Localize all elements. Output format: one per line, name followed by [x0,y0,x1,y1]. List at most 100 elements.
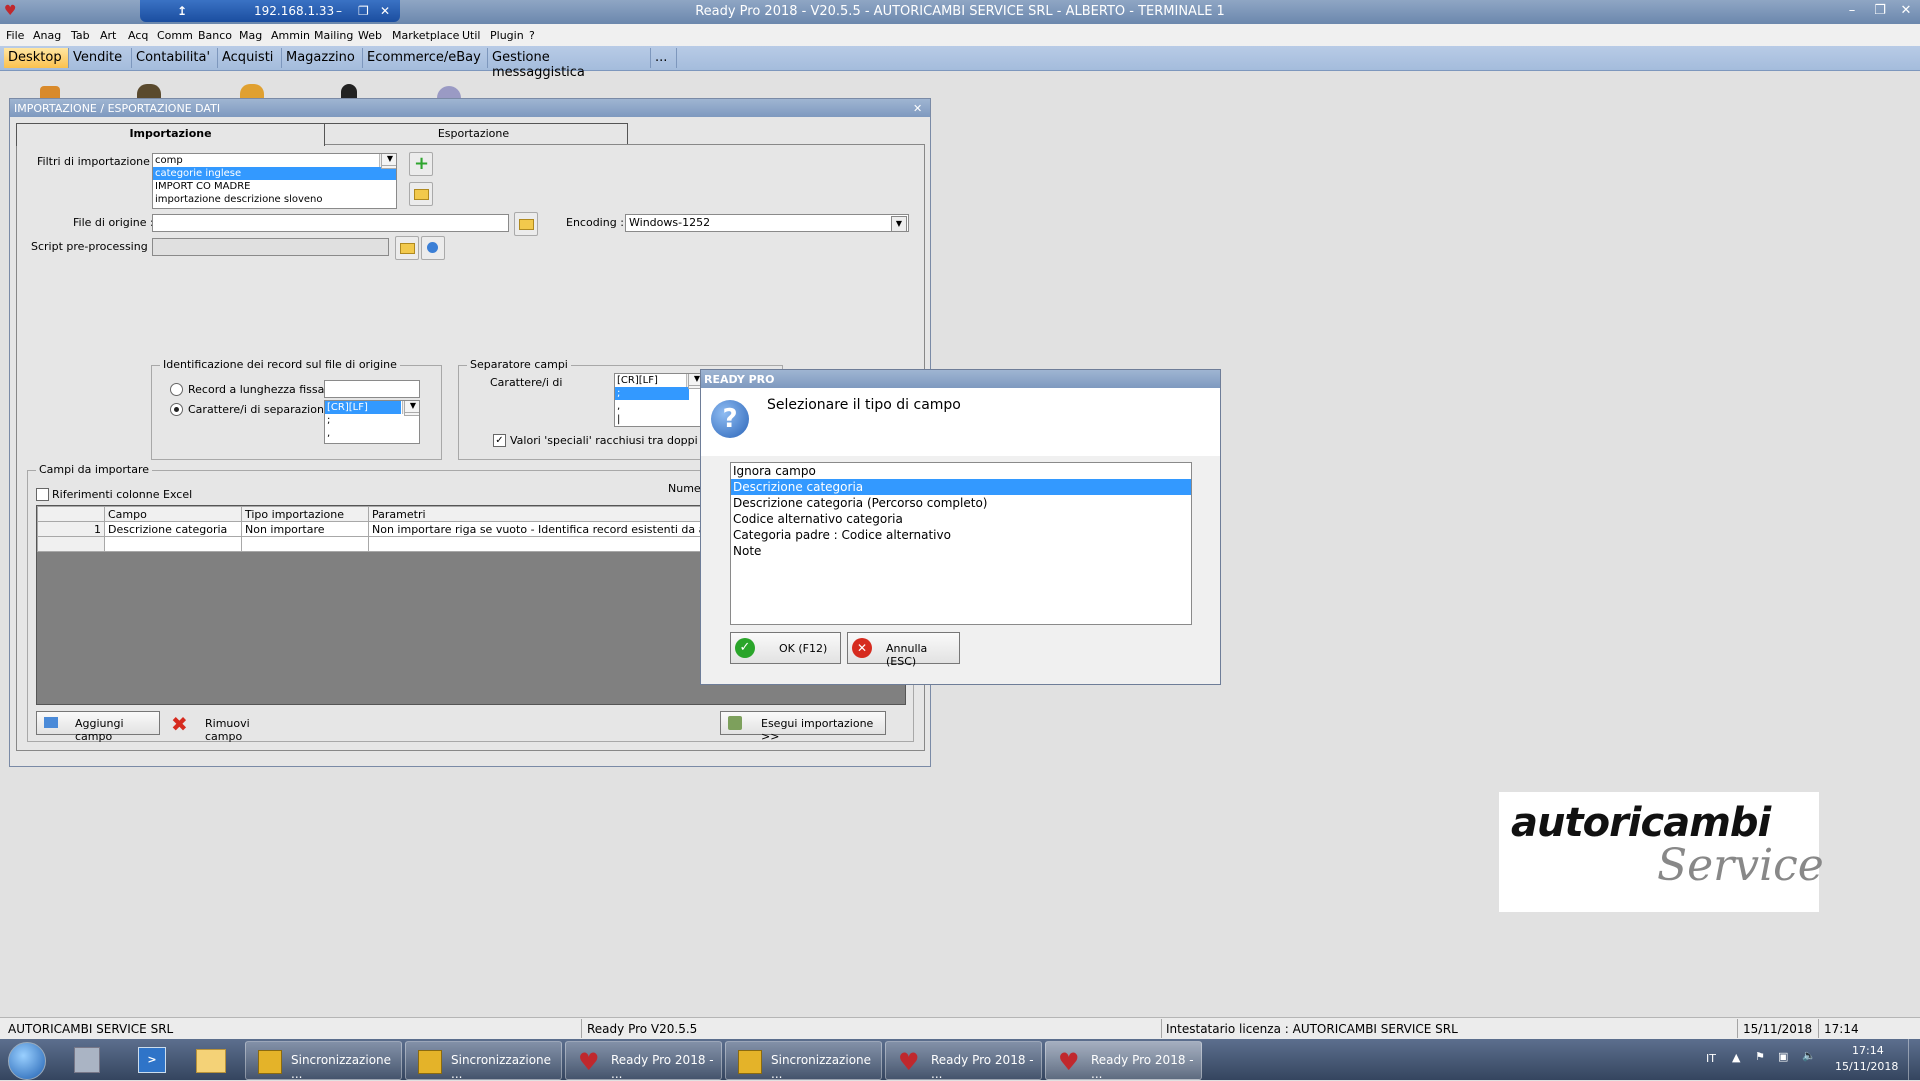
special-values-checkbox[interactable]: ✓ [493,434,506,447]
scroll-down-icon[interactable]: ▼ [404,401,419,413]
script-info-button[interactable] [421,236,445,260]
task-readypro-2[interactable]: ♥ Ready Pro 2018 - ... [885,1041,1042,1081]
clock-time[interactable]: 17:14 [1852,1044,1884,1057]
menu-banco[interactable]: Banco [198,29,232,42]
tab-vendite[interactable]: Vendite [69,48,132,68]
script-input [152,238,389,256]
chevron-down-icon[interactable]: ▼ [891,216,907,232]
list-item[interactable]: categorie inglese [153,167,396,180]
excel-refs-checkbox[interactable] [36,488,49,501]
task-sync-3[interactable]: Sincronizzazione ... [725,1041,882,1081]
file-input[interactable] [152,214,509,232]
tab-messaggistica[interactable]: Gestione messaggistica [488,48,651,80]
menu-art[interactable]: Art [100,29,116,42]
run-import-button[interactable]: Esegui importazione >> [720,711,886,743]
menu-help[interactable]: ? [529,29,535,42]
window-close-icon[interactable]: ✕ [913,102,922,115]
shortcut-icon[interactable] [341,84,357,98]
scrollbar[interactable]: ▲ ▼ [402,401,419,416]
task-readypro-1[interactable]: ♥ Ready Pro 2018 - ... [565,1041,722,1081]
menu-tab[interactable]: Tab [71,29,90,42]
explorer-icon[interactable] [196,1049,226,1073]
list-item[interactable]: Categoria padre : Codice alternativo [731,527,1191,543]
show-desktop-button[interactable] [1908,1039,1920,1080]
start-button[interactable] [8,1042,46,1080]
encoding-select[interactable]: Windows-1252 ▼ [625,214,909,232]
list-item[interactable]: importazione descrizione sloveno [153,193,396,206]
ok-button[interactable]: ✓ OK (F12) [730,632,841,664]
tab-esportazione[interactable]: Esportazione [319,123,628,144]
clock-date[interactable]: 15/11/2018 [1835,1060,1898,1073]
task-sync-1[interactable]: Sincronizzazione ... [245,1041,402,1081]
shortcut-icon[interactable] [137,84,161,98]
powershell-icon[interactable]: > [138,1047,166,1073]
radio-fixed-length[interactable] [170,383,183,396]
volume-icon[interactable]: 🔈 [1802,1049,1816,1062]
menu-anag[interactable]: Anag [33,29,61,42]
list-item[interactable]: [CR][LF] [325,401,401,414]
add-filter-button[interactable]: + [409,152,433,176]
network-icon[interactable]: ▣ [1778,1050,1788,1063]
browse-script-button[interactable] [395,236,419,260]
list-item[interactable]: IMPORT CO MADRE [153,180,396,193]
flag-icon[interactable]: ⚑ [1755,1050,1765,1063]
tab-desktop[interactable]: Desktop [4,48,69,68]
cell-tipo[interactable]: Non importare [241,521,369,537]
menu-comm[interactable]: Comm [157,29,193,42]
list-item[interactable]: Descrizione categoria (Percorso completo… [731,495,1191,511]
scrollbar[interactable]: ▲ ▼ [379,154,396,169]
tab-ecommerce[interactable]: Ecommerce/eBay [363,48,488,68]
list-item[interactable]: , [325,427,419,440]
open-filter-button[interactable] [409,182,433,206]
separator-list[interactable]: [CR][LF] ; , ▲ ▼ [324,400,420,444]
add-field-button[interactable]: Aggiungi campo [36,711,160,743]
shortcut-icon[interactable] [437,86,461,98]
scroll-down-icon[interactable]: ▼ [381,154,396,166]
menu-acq[interactable]: Acq [128,29,148,42]
field-type-list[interactable]: Ignora campo Descrizione categoria Descr… [730,462,1192,625]
shortcut-icon[interactable] [240,84,264,98]
list-item[interactable]: , [615,400,703,413]
remove-field-button[interactable]: ✖ Rimuovi campo [166,711,286,743]
list-item[interactable]: Note [731,543,1191,559]
special-values-label: Valori 'speciali' racchiusi tra doppi ap… [510,434,728,447]
cancel-button[interactable]: ✕ Annulla (ESC) [847,632,960,668]
tab-acquisti[interactable]: Acquisti [218,48,282,68]
menu-mag[interactable]: Mag [239,29,262,42]
radio-separator[interactable] [170,403,183,416]
menu-file[interactable]: File [6,29,24,42]
shortcut-icon[interactable] [40,86,60,98]
tab-importazione[interactable]: Importazione [16,123,325,146]
fixed-length-input[interactable] [324,380,420,398]
list-item[interactable]: comp [153,154,396,167]
list-item[interactable]: | [615,413,703,426]
filters-list[interactable]: comp categorie inglese IMPORT CO MADRE i… [152,153,397,209]
tab-more[interactable]: ... [651,48,677,68]
radio-separator-label: Carattere/i di separazione [188,403,331,416]
restore-icon[interactable]: ❐ [1870,3,1890,20]
list-item[interactable]: ; [615,387,689,400]
cell-campo[interactable]: Descrizione categoria [104,521,242,537]
tray-expand-icon[interactable]: ▲ [1732,1051,1740,1064]
task-sync-2[interactable]: Sincronizzazione ... [405,1041,562,1081]
field-separator-list[interactable]: [CR][LF] ; , | ▲ ▼ [614,373,704,427]
browse-file-button[interactable] [514,212,538,236]
language-indicator[interactable]: IT [1706,1052,1716,1065]
tab-contabilita[interactable]: Contabilita' [132,48,218,68]
menu-ammin[interactable]: Ammin [271,29,310,42]
list-item[interactable]: Ignora campo [731,463,1191,479]
minimize-icon[interactable]: – [1842,3,1862,20]
network-app-icon[interactable] [74,1047,100,1073]
list-item[interactable]: Descrizione categoria [731,479,1191,495]
menu-util[interactable]: Util [462,29,480,42]
menu-web[interactable]: Web [358,29,382,42]
cell-campo[interactable] [104,536,242,552]
list-item[interactable]: Codice alternativo categoria [731,511,1191,527]
menu-mailing[interactable]: Mailing [314,29,353,42]
menu-marketplace[interactable]: Marketplace [392,29,459,42]
cell-tipo[interactable] [241,536,369,552]
task-readypro-3[interactable]: ♥ Ready Pro 2018 - ... [1045,1041,1202,1081]
menu-plugin[interactable]: Plugin [490,29,524,42]
tab-magazzino[interactable]: Magazzino [282,48,363,68]
close-icon[interactable]: ✕ [1896,3,1916,20]
